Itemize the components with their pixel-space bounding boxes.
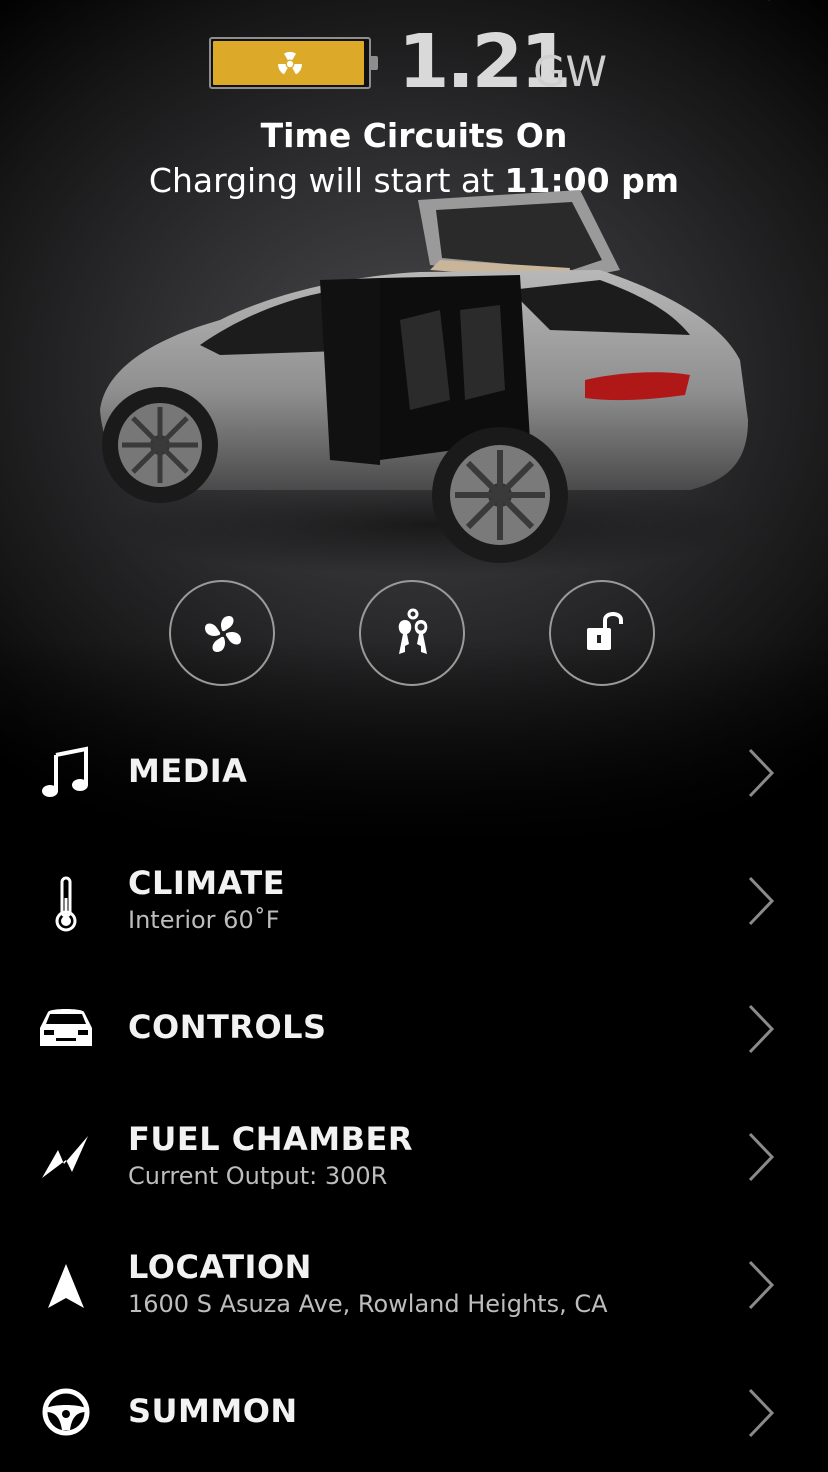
fan-icon [205, 616, 241, 652]
chevron-right-icon [748, 1132, 775, 1182]
status-bar-icon [768, 0, 770, 1]
bolt-icon [42, 1136, 88, 1178]
radiation-icon [277, 51, 303, 75]
chevron-right-icon [748, 876, 775, 926]
menu-item-controls[interactable]: CONTROLS [0, 974, 828, 1084]
menu-subtitle-climate: Interior 60˚F [128, 906, 280, 934]
menu-item-media[interactable]: MEDIA [0, 716, 828, 826]
thermometer-icon [55, 876, 77, 932]
keyless-drive-button[interactable] [359, 580, 465, 686]
menu-label-summon: SUMMON [128, 1392, 298, 1430]
menu-item-fuel-chamber[interactable]: FUEL CHAMBER Current Output: 300R [0, 1102, 828, 1212]
climate-fan-button[interactable] [169, 580, 275, 686]
output-unit: GW [533, 47, 608, 96]
menu-item-summon[interactable]: SUMMON [0, 1358, 828, 1468]
music-note-icon [42, 746, 88, 797]
chevron-right-icon [748, 1260, 775, 1310]
keys-icon [398, 608, 428, 654]
status-bar-icon [58, 0, 72, 4]
chevron-right-icon [748, 748, 775, 798]
status-title: Time Circuits On [260, 116, 568, 155]
navigation-arrow-icon [48, 1264, 84, 1308]
unlock-icon [587, 612, 623, 650]
battery-terminal [371, 56, 378, 70]
chevron-right-icon [748, 1004, 775, 1054]
menu-item-location[interactable]: LOCATION 1600 S Asuza Ave, Rowland Heigh… [0, 1230, 828, 1340]
menu-label-media: MEDIA [128, 752, 248, 790]
lock-button[interactable] [549, 580, 655, 686]
car-image[interactable] [80, 160, 760, 580]
menu-subtitle-location: 1600 S Asuza Ave, Rowland Heights, CA [128, 1290, 608, 1318]
menu-label-climate: CLIMATE [128, 864, 286, 902]
menu-subtitle-fuel-chamber: Current Output: 300R [128, 1162, 388, 1190]
menu-label-location: LOCATION [128, 1248, 312, 1286]
steering-wheel-icon [42, 1388, 90, 1436]
menu-label-controls: CONTROLS [128, 1008, 327, 1046]
menu-item-climate[interactable]: CLIMATE Interior 60˚F [0, 846, 828, 956]
battery-indicator [209, 37, 371, 89]
chevron-right-icon [748, 1388, 775, 1438]
car-front-icon [40, 1009, 92, 1046]
menu-label-fuel-chamber: FUEL CHAMBER [128, 1120, 413, 1158]
